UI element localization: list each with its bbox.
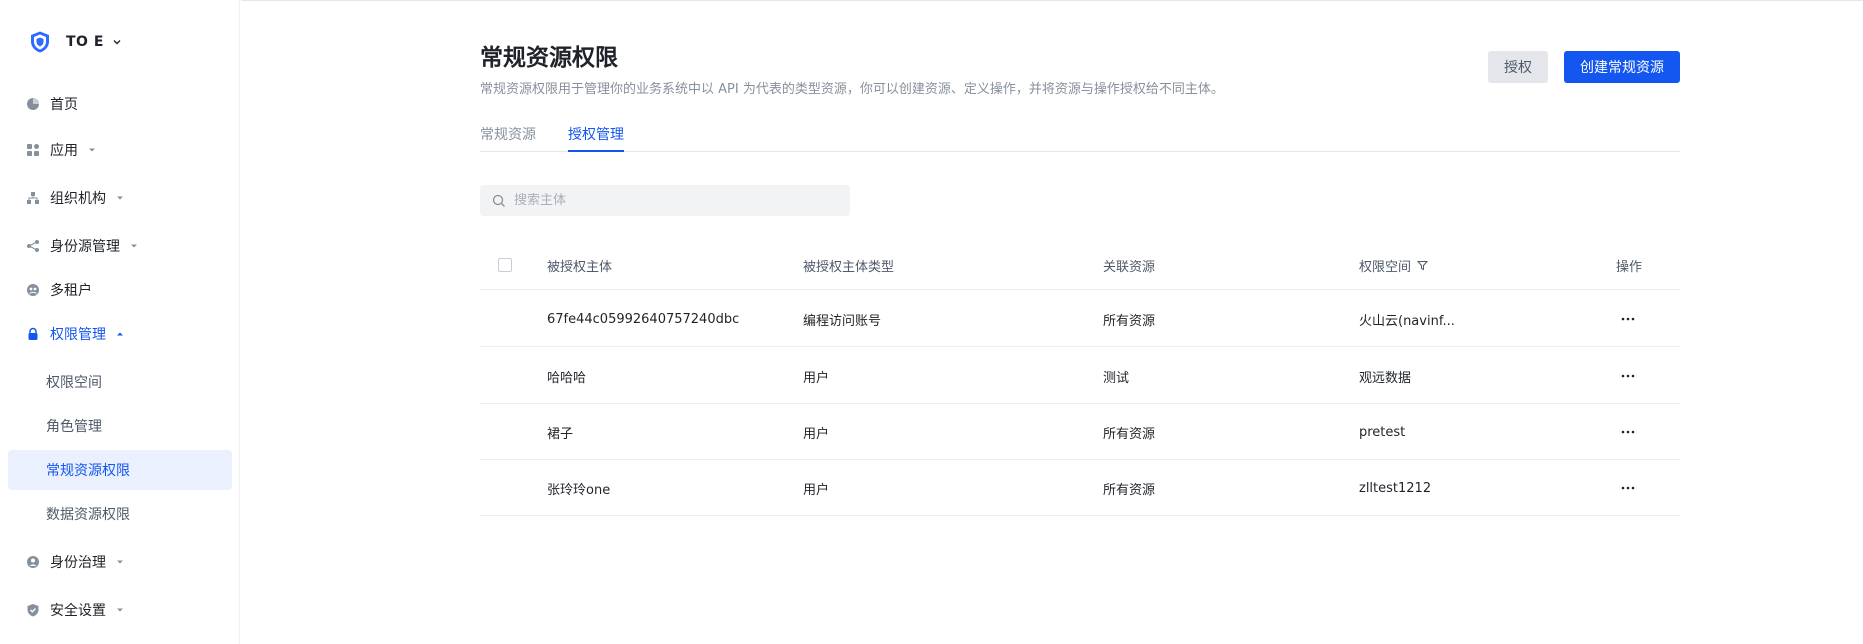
- caret-down-icon: [130, 242, 138, 250]
- cell-space: zlltest1212: [1359, 480, 1432, 496]
- select-all-checkbox[interactable]: [498, 258, 512, 272]
- filter-icon[interactable]: [1417, 260, 1429, 271]
- sidebar-item-home[interactable]: 首页: [8, 84, 232, 124]
- sidebar-item-organization[interactable]: 组织机构: [8, 178, 232, 218]
- tab-bar: 常规资源 授权管理: [480, 118, 1680, 152]
- caret-down-icon: [116, 194, 124, 202]
- caret-down-icon: [88, 146, 96, 154]
- table-row: 67fe44c05992640757240dbc 编程访问账号 所有资源 火山云…: [480, 291, 1680, 347]
- sidebar-item-label: 安全设置: [50, 603, 106, 619]
- sidebar-item-label: 首页: [50, 97, 78, 113]
- column-header-subject: 被授权主体: [547, 259, 613, 275]
- user-circle-icon: [26, 555, 40, 569]
- search-icon: [492, 194, 505, 207]
- cell-resource: 所有资源: [1103, 313, 1156, 329]
- shield-logo-icon: [31, 31, 49, 53]
- sidebar-item-identity-source[interactable]: 身份源管理: [8, 226, 232, 266]
- cell-resource: 所有资源: [1103, 426, 1156, 442]
- column-header-actions: 操作: [1616, 259, 1643, 275]
- caret-down-icon: [116, 558, 124, 566]
- create-resource-button[interactable]: 创建常规资源: [1564, 51, 1680, 83]
- more-actions-icon[interactable]: [1618, 478, 1638, 498]
- sidebar: TO E 首页 应用 组织机构 身份源管理 多租户 权限管理 权限空间 角色管理…: [0, 0, 240, 644]
- tenant-icon: [26, 283, 40, 297]
- cell-subject-type: 编程访问账号: [803, 313, 882, 329]
- grant-button[interactable]: 授权: [1488, 51, 1548, 83]
- pie-chart-icon: [26, 97, 40, 111]
- chevron-down-icon: [113, 40, 121, 45]
- table-row: 哈哈哈 用户 测试 观远数据: [480, 348, 1680, 404]
- cell-subject: 张玲玲one: [547, 482, 611, 498]
- column-header-subject-type: 被授权主体类型: [803, 259, 895, 275]
- column-header-space: 权限空间: [1359, 240, 1429, 290]
- column-header-label: 权限空间: [1359, 259, 1412, 275]
- sidebar-item-security-settings[interactable]: 安全设置: [8, 590, 232, 630]
- sidebar-subitem-general-resource-permission[interactable]: 常规资源权限: [8, 450, 232, 490]
- search-box: [480, 185, 850, 216]
- cell-resource: 所有资源: [1103, 482, 1156, 498]
- page-description: 常规资源权限用于管理你的业务系统中以 API 为代表的类型资源，你可以创建资源、…: [480, 82, 1224, 97]
- shield-check-icon: [26, 603, 40, 617]
- org-tree-icon: [26, 191, 40, 205]
- tenant-name: TO E: [66, 34, 104, 50]
- page-title: 常规资源权限: [480, 45, 618, 71]
- sidebar-subitem-permission-space[interactable]: 权限空间: [8, 362, 232, 402]
- cell-space: 观远数据: [1359, 370, 1412, 386]
- cell-subject-type: 用户: [803, 426, 830, 442]
- apps-grid-icon: [26, 143, 40, 157]
- sidebar-subitem-role-management[interactable]: 角色管理: [8, 406, 232, 446]
- table-header: 被授权主体 被授权主体类型 关联资源 权限空间 操作: [480, 240, 1680, 290]
- lock-icon: [26, 327, 40, 341]
- cell-subject: 哈哈哈: [547, 370, 587, 386]
- sidebar-item-apps[interactable]: 应用: [8, 130, 232, 170]
- cell-subject-type: 用户: [803, 370, 830, 386]
- sidebar-item-identity-governance[interactable]: 身份治理: [8, 542, 232, 582]
- tab-authorization-management[interactable]: 授权管理: [568, 124, 624, 152]
- top-divider: [241, 0, 1863, 3]
- caret-up-icon: [116, 330, 124, 338]
- cell-subject: 67fe44c05992640757240dbc: [547, 311, 740, 327]
- caret-down-icon: [116, 606, 124, 614]
- sidebar-item-label: 权限管理: [50, 327, 106, 343]
- sidebar-item-label: 组织机构: [50, 191, 106, 207]
- cell-space: pretest: [1359, 424, 1406, 440]
- share-icon: [26, 239, 40, 253]
- table-row: 裙子 用户 所有资源 pretest: [480, 404, 1680, 460]
- cell-subject: 裙子: [547, 426, 574, 442]
- cell-subject-type: 用户: [803, 482, 830, 498]
- tenant-switcher[interactable]: TO E: [28, 28, 122, 56]
- sidebar-item-multi-tenant[interactable]: 多租户: [8, 270, 232, 310]
- cell-resource: 测试: [1103, 370, 1130, 386]
- search-input[interactable]: [514, 193, 834, 208]
- column-header-resource: 关联资源: [1103, 259, 1156, 275]
- sidebar-item-permission[interactable]: 权限管理: [8, 314, 232, 354]
- more-actions-icon[interactable]: [1618, 366, 1638, 386]
- sidebar-item-label: 身份源管理: [50, 239, 120, 255]
- sidebar-item-label: 身份治理: [50, 555, 106, 571]
- sidebar-item-label: 多租户: [50, 283, 92, 299]
- more-actions-icon[interactable]: [1618, 309, 1638, 329]
- cell-space: 火山云(navinf...: [1359, 313, 1455, 329]
- sidebar-item-label: 应用: [50, 143, 78, 159]
- table-row: 张玲玲one 用户 所有资源 zlltest1212: [480, 460, 1680, 516]
- more-actions-icon[interactable]: [1618, 422, 1638, 442]
- tab-general-resources[interactable]: 常规资源: [480, 124, 536, 152]
- sidebar-subitem-data-resource-permission[interactable]: 数据资源权限: [8, 494, 232, 534]
